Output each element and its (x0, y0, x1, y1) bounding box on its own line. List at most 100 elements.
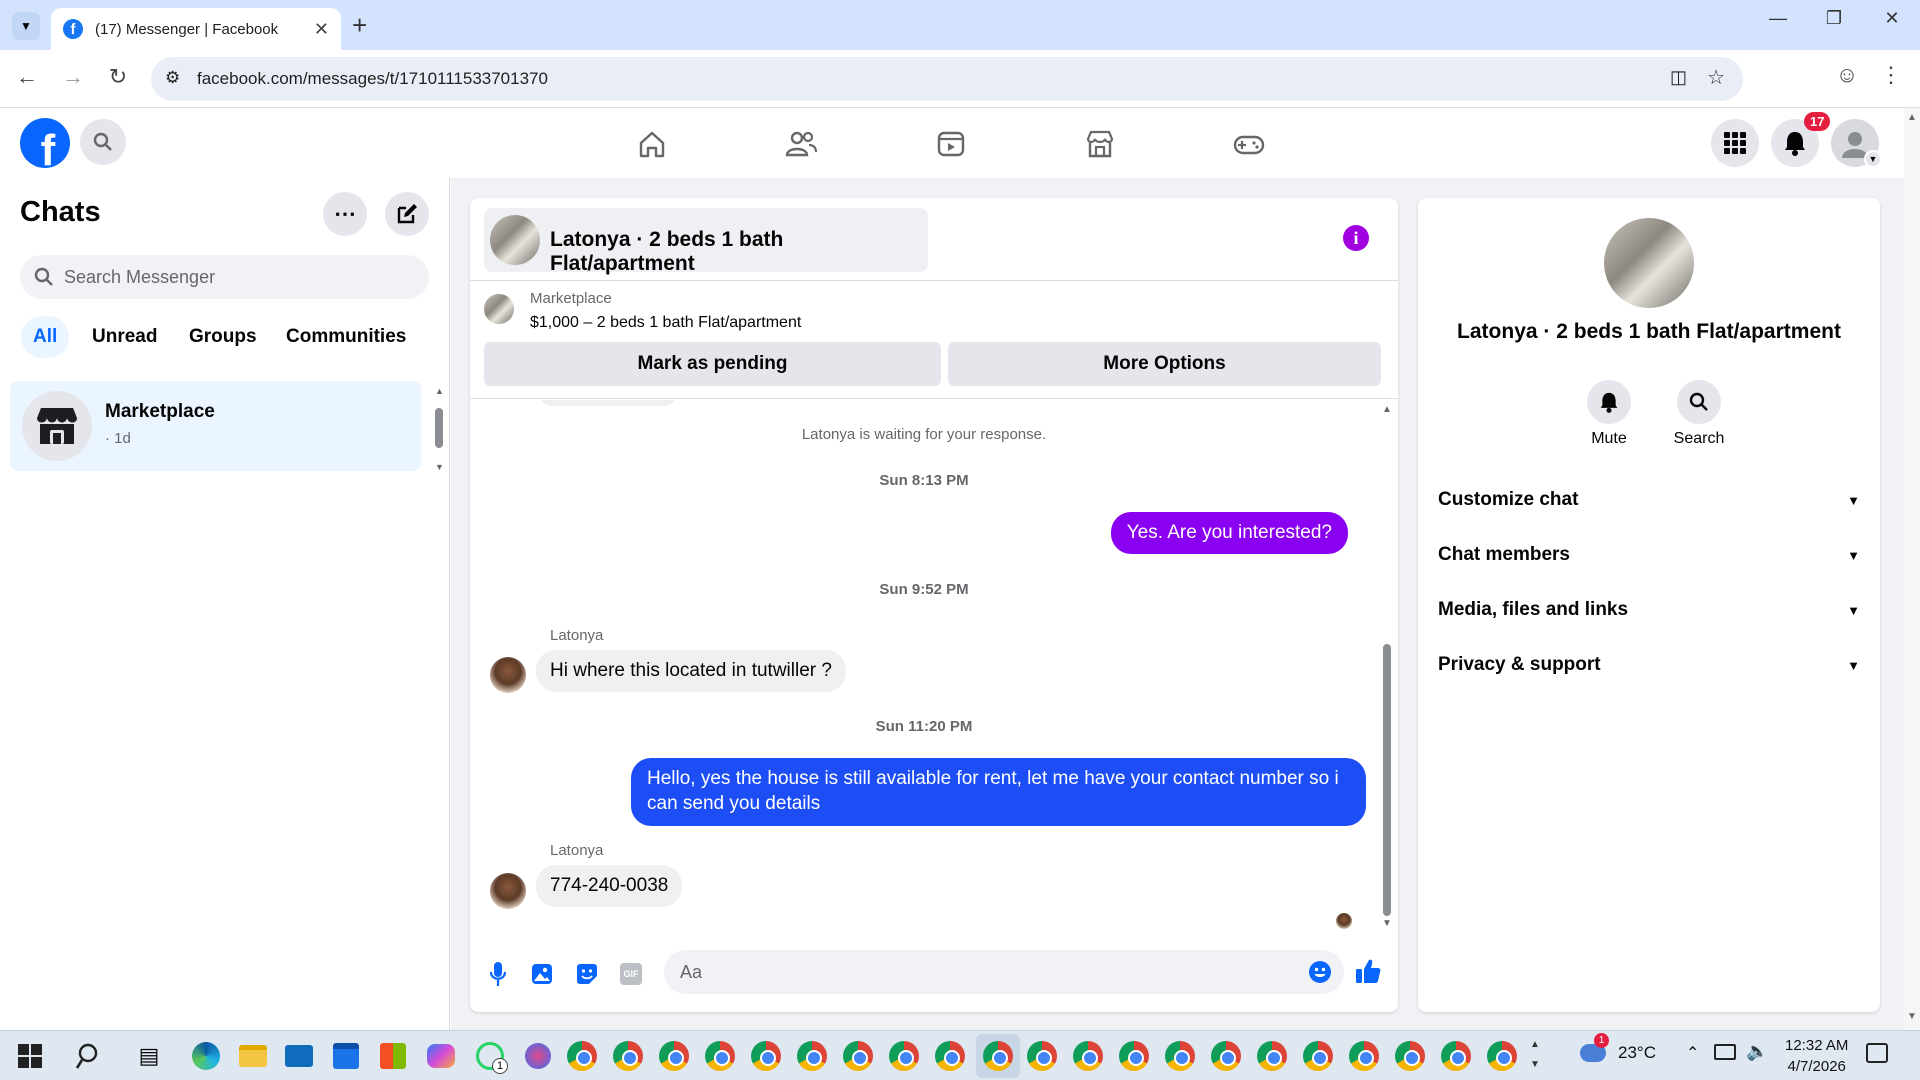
gaming-icon (1233, 135, 1265, 155)
chrome-window-3[interactable] (658, 1040, 690, 1072)
sticker-button[interactable] (573, 960, 601, 988)
chrome-window-9[interactable] (934, 1040, 966, 1072)
profile-icon[interactable]: ☺ (1832, 62, 1862, 88)
privacy-support-section[interactable]: Privacy & support ▼ (1438, 643, 1860, 687)
back-icon[interactable]: ← (12, 64, 42, 90)
whatsapp-app[interactable]: 1 (474, 1040, 508, 1074)
outlook-app[interactable] (283, 1040, 315, 1072)
attach-photo-button[interactable] (528, 960, 556, 988)
chrome-window-21[interactable] (1486, 1040, 1518, 1072)
browser-menu-icon[interactable]: ⋮ (1876, 62, 1906, 88)
browser-tab[interactable]: f (17) Messenger | Facebook ✕ (51, 8, 341, 50)
chrome-window-15[interactable] (1210, 1040, 1242, 1072)
like-button[interactable] (1354, 957, 1382, 985)
nav-video[interactable] (933, 126, 969, 162)
network-icon[interactable] (1714, 1044, 1736, 1060)
chrome-window-6[interactable] (796, 1040, 828, 1072)
sidebar-scrollbar[interactable]: ▲ ▼ (434, 386, 444, 476)
mark-as-pending-button[interactable]: Mark as pending (484, 342, 941, 386)
chrome-icon (1119, 1041, 1149, 1071)
chrome-window-18[interactable] (1348, 1040, 1380, 1072)
close-tab-icon[interactable]: ✕ (314, 19, 329, 40)
chrome-window-5[interactable] (750, 1040, 782, 1072)
task-view-button[interactable]: ▤ (133, 1040, 165, 1072)
page-scrollbar[interactable]: ▲ ▼ (1904, 108, 1920, 1030)
install-app-icon[interactable]: ◫ (1670, 67, 1687, 88)
chrome-window-2[interactable] (612, 1040, 644, 1072)
message-list[interactable]: Latonya is waiting for your response. Su… (470, 400, 1378, 940)
customize-chat-section[interactable]: Customize chat ▼ (1438, 478, 1860, 522)
forward-icon[interactable]: → (58, 64, 88, 90)
taskbar-search-button[interactable] (74, 1040, 106, 1072)
voice-clip-button[interactable] (484, 960, 512, 988)
taskbar-overflow-chevron-icon[interactable]: ▲ ▼ (1530, 1035, 1540, 1075)
nav-friends[interactable] (783, 126, 819, 162)
new-message-button[interactable] (385, 192, 429, 236)
media-files-links-section[interactable]: Media, files and links ▼ (1438, 588, 1860, 632)
weather-widget[interactable]: 1 23°C (1580, 1033, 1656, 1063)
nav-marketplace[interactable] (1082, 126, 1118, 162)
bell-icon (1785, 132, 1805, 156)
restore-icon[interactable]: ❐ (1814, 8, 1854, 29)
nav-gaming[interactable] (1231, 126, 1267, 162)
chrome-window-20[interactable] (1440, 1040, 1472, 1072)
store-app[interactable] (377, 1040, 409, 1072)
chrome-window-17[interactable] (1302, 1040, 1334, 1072)
search-action[interactable]: Search (1659, 380, 1739, 448)
site-info-icon[interactable]: ⚙ (165, 68, 180, 88)
message-scrollbar[interactable]: ▲ ▼ (1381, 404, 1393, 934)
system-tray-expand-icon[interactable]: ⌃ (1686, 1043, 1699, 1063)
edge-app[interactable] (190, 1040, 222, 1072)
close-window-icon[interactable]: ✕ (1872, 8, 1912, 29)
windows-taskbar: ▤ 1 ▲ ▼ 1 23°C ⌃ 🔈 12:32 AM 4/7/2026 (0, 1030, 1920, 1080)
incoming-message[interactable]: 774-240-0038 (536, 865, 683, 907)
chat-options-button[interactable]: ⋯ (323, 192, 367, 236)
chrome-window-12[interactable] (1072, 1040, 1104, 1072)
chrome-window-13[interactable] (1118, 1040, 1150, 1072)
tab-list-dropdown-icon[interactable]: ▼ (12, 12, 40, 40)
filter-communities[interactable]: Communities (274, 316, 418, 358)
chat-list-item[interactable]: Marketplace · 1d (10, 381, 421, 471)
chrome-window-8[interactable] (888, 1040, 920, 1072)
start-button[interactable] (14, 1040, 46, 1072)
gif-button[interactable]: GIF (617, 960, 645, 988)
reload-icon[interactable]: ↻ (103, 64, 133, 90)
more-options-button[interactable]: More Options (948, 342, 1381, 386)
search-messenger-input[interactable]: Search Messenger (20, 255, 429, 299)
new-tab-button[interactable]: + (352, 10, 367, 41)
mute-action[interactable]: Mute (1569, 380, 1649, 448)
conversation-info-button[interactable]: i (1343, 225, 1369, 251)
conversation-header[interactable]: Latonya · 2 beds 1 bath Flat/apartment (484, 208, 928, 275)
nav-home[interactable] (634, 126, 670, 162)
file-explorer-app[interactable] (237, 1040, 269, 1072)
clock[interactable]: 12:32 AM 4/7/2026 (1785, 1035, 1848, 1077)
chrome-window-1[interactable] (566, 1040, 598, 1072)
calendar-app[interactable] (330, 1040, 362, 1072)
facebook-logo-icon[interactable]: f (20, 118, 70, 168)
message-input[interactable]: Aa (664, 950, 1344, 994)
notification-center-icon[interactable] (1866, 1043, 1888, 1063)
address-bar[interactable]: ⚙ facebook.com/messages/t/17101115337013… (151, 57, 1743, 101)
chrome-window-11[interactable] (1026, 1040, 1058, 1072)
outgoing-message[interactable]: Hello, yes the house is still available … (631, 758, 1366, 826)
minimize-icon[interactable]: — (1758, 8, 1798, 29)
chrome-window-7[interactable] (842, 1040, 874, 1072)
emoji-icon[interactable] (1308, 960, 1332, 984)
chrome-window-4[interactable] (704, 1040, 736, 1072)
snipping-tool-app[interactable] (522, 1040, 554, 1072)
volume-icon[interactable]: 🔈 (1746, 1041, 1768, 1062)
bookmark-star-icon[interactable]: ☆ (1707, 65, 1725, 90)
outgoing-message[interactable]: Yes. Are you interested? (1110, 512, 1348, 554)
chat-members-section[interactable]: Chat members ▼ (1438, 533, 1860, 577)
chrome-window-10-active[interactable] (976, 1034, 1020, 1078)
search-button[interactable] (80, 119, 126, 165)
filter-all[interactable]: All (21, 316, 70, 358)
menu-button[interactable] (1711, 119, 1759, 167)
chrome-window-16[interactable] (1256, 1040, 1288, 1072)
chrome-window-19[interactable] (1394, 1040, 1426, 1072)
incoming-message[interactable]: Hi where this located in tutwiller ? (536, 650, 846, 692)
filter-unread[interactable]: Unread (80, 316, 169, 358)
filter-groups[interactable]: Groups (177, 316, 269, 358)
chrome-window-14[interactable] (1164, 1040, 1196, 1072)
copilot-app[interactable] (425, 1040, 457, 1072)
